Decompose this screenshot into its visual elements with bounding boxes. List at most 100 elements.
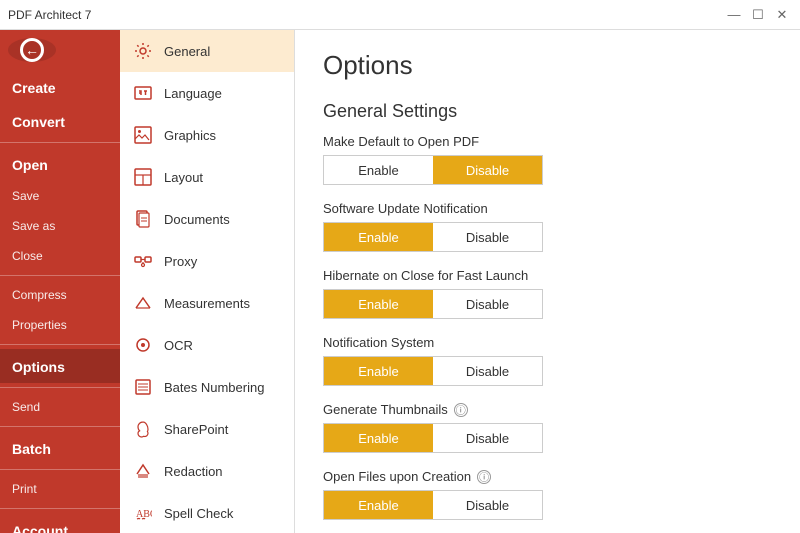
sidebar-divider-4 <box>0 387 120 388</box>
close-button[interactable]: ✕ <box>772 5 792 25</box>
sidebar-divider-3 <box>0 344 120 345</box>
nav-panel: General Language Graphics <box>120 30 295 533</box>
spellcheck-icon: ABC <box>132 502 154 524</box>
sidebar-item-create[interactable]: Create <box>0 70 120 104</box>
setting-open-files: Open Files upon Creation ⓘ Enable Disabl… <box>323 469 772 520</box>
nav-label-sharepoint: SharePoint <box>164 422 228 437</box>
sidebar-item-print[interactable]: Print <box>0 474 120 504</box>
sidebar-item-account[interactable]: Account <box>0 513 120 533</box>
toggle-hibernate: Enable Disable <box>323 289 543 319</box>
proxy-icon <box>132 250 154 272</box>
sidebar-item-close[interactable]: Close <box>0 241 120 271</box>
nav-label-general: General <box>164 44 210 59</box>
window-title: PDF Architect 7 <box>8 8 91 22</box>
toggle-make-default-disable[interactable]: Disable <box>433 156 542 184</box>
sidebar-item-batch[interactable]: Batch <box>0 431 120 465</box>
toggle-make-default-enable[interactable]: Enable <box>324 156 433 184</box>
layout-icon <box>132 166 154 188</box>
nav-label-redaction: Redaction <box>164 464 223 479</box>
toggle-thumbnails: Enable Disable <box>323 423 543 453</box>
toggle-hibernate-enable[interactable]: Enable <box>324 290 433 318</box>
bates-icon <box>132 376 154 398</box>
nav-item-graphics[interactable]: Graphics <box>120 114 294 156</box>
toggle-software-update-enable[interactable]: Enable <box>324 223 433 251</box>
toggle-open-files-disable[interactable]: Disable <box>433 491 542 519</box>
nav-label-language: Language <box>164 86 222 101</box>
toggle-thumbnails-disable[interactable]: Disable <box>433 424 542 452</box>
sidebar: ← Create Convert Open Save Save as Close… <box>0 30 120 533</box>
graphics-icon <box>132 124 154 146</box>
setting-notification: Notification System Enable Disable <box>323 335 772 386</box>
sidebar-item-save-as[interactable]: Save as <box>0 211 120 241</box>
setting-thumbnails: Generate Thumbnails ⓘ Enable Disable <box>323 402 772 453</box>
setting-label-thumbnails: Generate Thumbnails ⓘ <box>323 402 772 417</box>
toggle-open-files: Enable Disable <box>323 490 543 520</box>
setting-label-open-files: Open Files upon Creation ⓘ <box>323 469 772 484</box>
gear-icon <box>132 40 154 62</box>
ocr-icon <box>132 334 154 356</box>
nav-item-bates[interactable]: Bates Numbering <box>120 366 294 408</box>
nav-item-general[interactable]: General <box>120 30 294 72</box>
toggle-software-update: Enable Disable <box>323 222 543 252</box>
main-content: Options General Settings Make Default to… <box>295 30 800 533</box>
info-icon-open-files: ⓘ <box>477 470 491 484</box>
minimize-button[interactable]: — <box>724 5 744 25</box>
back-button[interactable]: ← <box>8 38 56 62</box>
setting-hibernate: Hibernate on Close for Fast Launch Enabl… <box>323 268 772 319</box>
sharepoint-icon <box>132 418 154 440</box>
toggle-notification-disable[interactable]: Disable <box>433 357 542 385</box>
back-icon: ← <box>20 38 44 62</box>
sidebar-item-convert[interactable]: Convert <box>0 104 120 138</box>
nav-label-bates: Bates Numbering <box>164 380 264 395</box>
nav-item-layout[interactable]: Layout <box>120 156 294 198</box>
toggle-make-default: Enable Disable <box>323 155 543 185</box>
sidebar-divider-7 <box>0 508 120 509</box>
sidebar-nav: Create Convert Open Save Save as Close C… <box>0 70 120 533</box>
sidebar-item-options[interactable]: Options <box>0 349 120 383</box>
setting-label-hibernate: Hibernate on Close for Fast Launch <box>323 268 772 283</box>
documents-icon <box>132 208 154 230</box>
setting-label-software-update: Software Update Notification <box>323 201 772 216</box>
toggle-notification-enable[interactable]: Enable <box>324 357 433 385</box>
nav-label-proxy: Proxy <box>164 254 197 269</box>
section-title: General Settings <box>323 101 772 122</box>
toggle-open-files-enable[interactable]: Enable <box>324 491 433 519</box>
nav-item-redaction[interactable]: Redaction <box>120 450 294 492</box>
toggle-hibernate-disable[interactable]: Disable <box>433 290 542 318</box>
toggle-notification: Enable Disable <box>323 356 543 386</box>
info-icon-thumbnails: ⓘ <box>454 403 468 417</box>
setting-label-make-default: Make Default to Open PDF <box>323 134 772 149</box>
window-controls: — ☐ ✕ <box>724 5 792 25</box>
measurements-icon <box>132 292 154 314</box>
sidebar-item-open[interactable]: Open <box>0 147 120 181</box>
nav-label-graphics: Graphics <box>164 128 216 143</box>
nav-item-spellcheck[interactable]: ABC Spell Check <box>120 492 294 533</box>
toggle-software-update-disable[interactable]: Disable <box>433 223 542 251</box>
setting-label-notification: Notification System <box>323 335 772 350</box>
nav-item-ocr[interactable]: OCR <box>120 324 294 366</box>
nav-label-spellcheck: Spell Check <box>164 506 233 521</box>
nav-item-language[interactable]: Language <box>120 72 294 114</box>
setting-make-default: Make Default to Open PDF Enable Disable <box>323 134 772 185</box>
sidebar-item-save[interactable]: Save <box>0 181 120 211</box>
title-bar: PDF Architect 7 — ☐ ✕ <box>0 0 800 30</box>
sidebar-item-compress[interactable]: Compress <box>0 280 120 310</box>
sidebar-divider-6 <box>0 469 120 470</box>
setting-software-update: Software Update Notification Enable Disa… <box>323 201 772 252</box>
sidebar-divider-2 <box>0 275 120 276</box>
nav-item-proxy[interactable]: Proxy <box>120 240 294 282</box>
lang-icon <box>132 82 154 104</box>
sidebar-item-send[interactable]: Send <box>0 392 120 422</box>
nav-label-measurements: Measurements <box>164 296 250 311</box>
nav-label-layout: Layout <box>164 170 203 185</box>
sidebar-item-properties[interactable]: Properties <box>0 310 120 340</box>
nav-label-ocr: OCR <box>164 338 193 353</box>
nav-item-measurements[interactable]: Measurements <box>120 282 294 324</box>
nav-label-documents: Documents <box>164 212 230 227</box>
page-title: Options <box>323 50 772 81</box>
toggle-thumbnails-enable[interactable]: Enable <box>324 424 433 452</box>
nav-item-documents[interactable]: Documents <box>120 198 294 240</box>
sidebar-divider-1 <box>0 142 120 143</box>
maximize-button[interactable]: ☐ <box>748 5 768 25</box>
nav-item-sharepoint[interactable]: SharePoint <box>120 408 294 450</box>
